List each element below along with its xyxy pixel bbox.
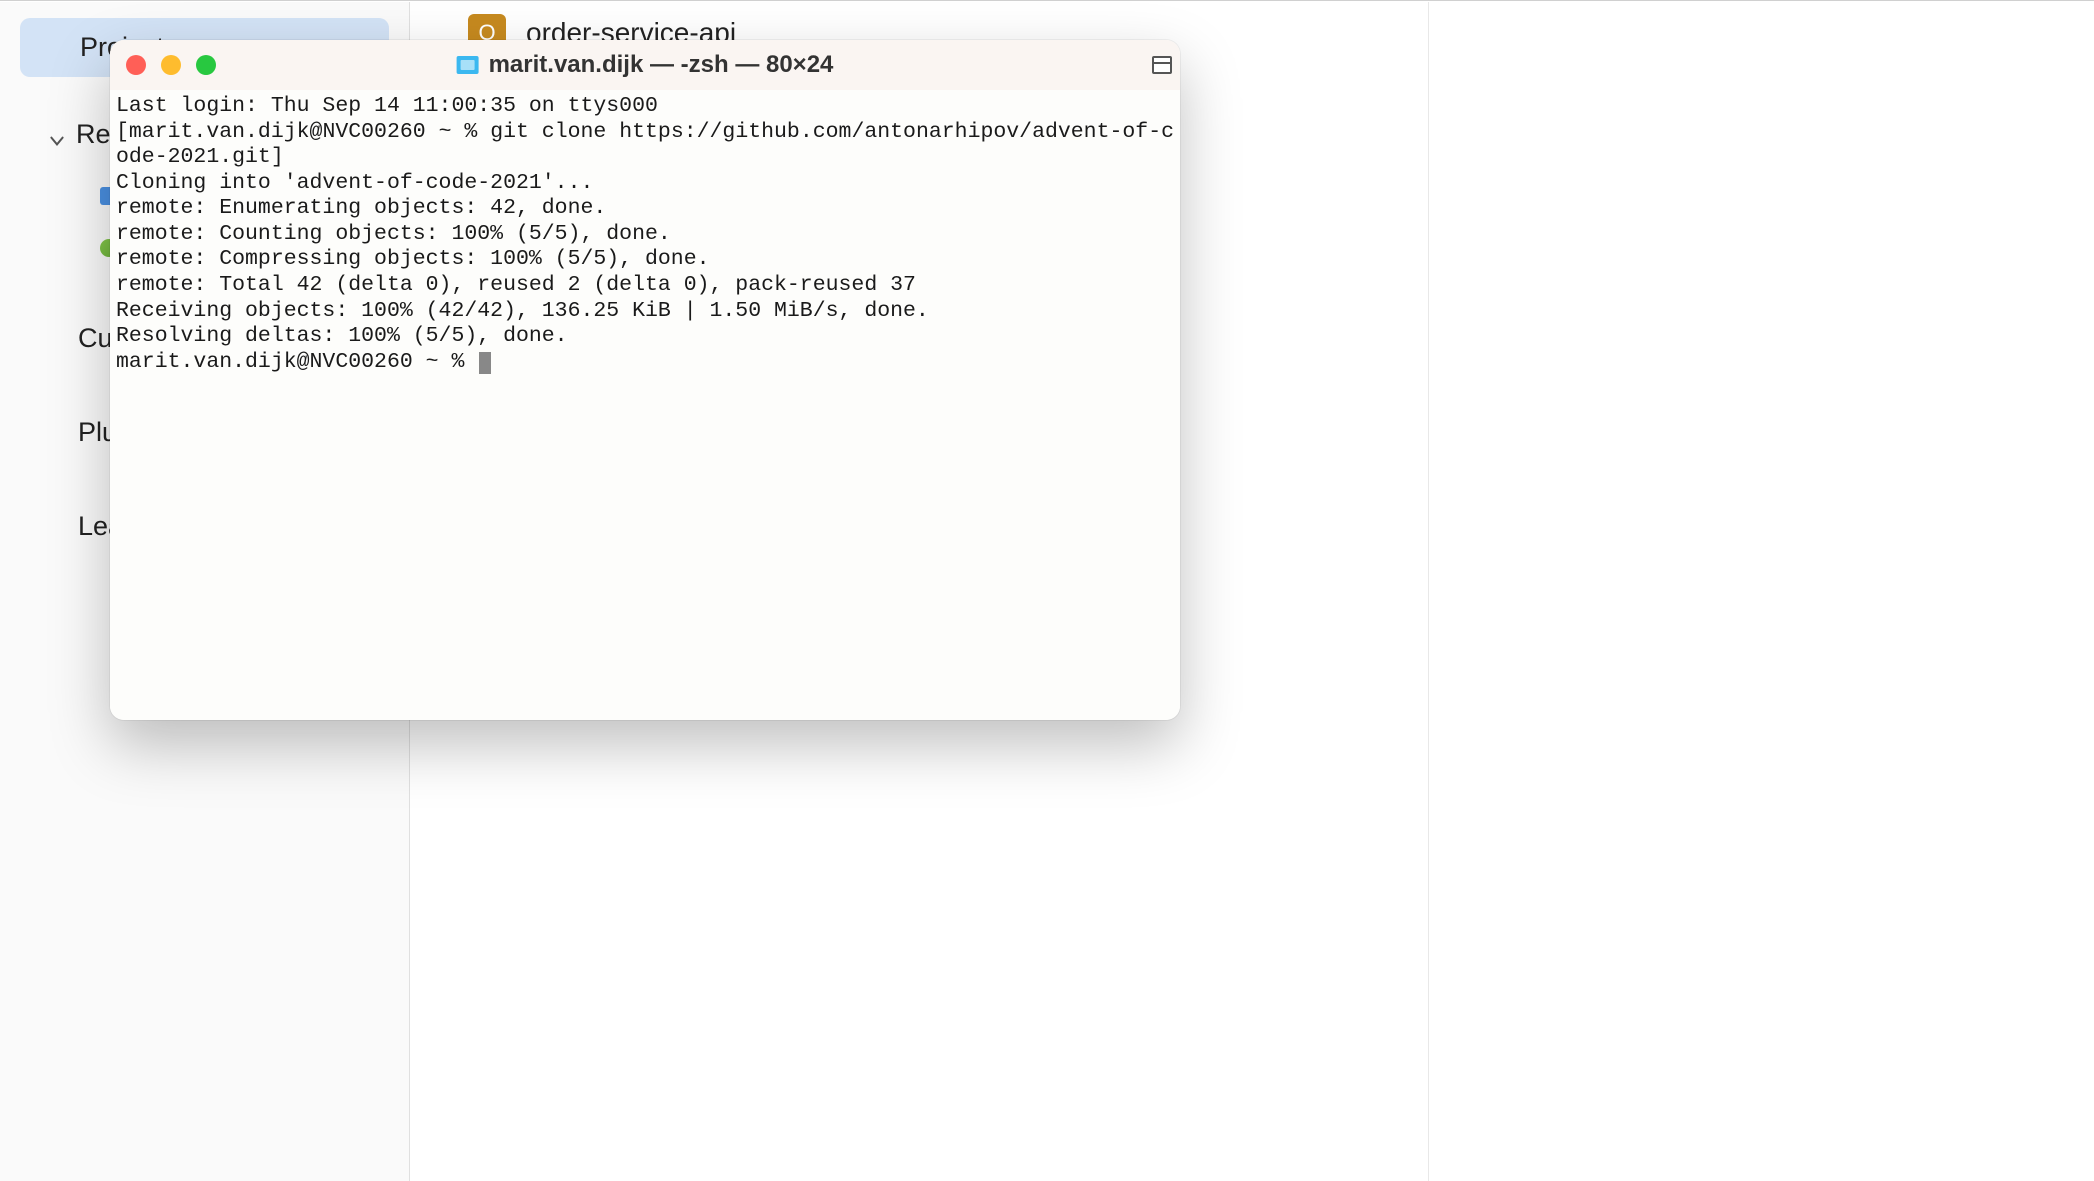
terminal-title-wrap: marit.van.dijk — -zsh — 80×24: [457, 51, 834, 79]
terminal-output-0: Cloning into 'advent-of-code-2021'...: [116, 171, 593, 195]
ide-right-divider: [1428, 2, 1429, 1181]
prompt-bracket: [: [116, 120, 129, 144]
prompt-symbol: %: [464, 120, 477, 144]
tab-view-icon[interactable]: [1152, 56, 1172, 74]
prompt-user-host: marit.van.dijk@NVC00260: [129, 120, 426, 144]
terminal-titlebar[interactable]: marit.van.dijk — -zsh — 80×24: [110, 40, 1180, 90]
window-minimize-button[interactable]: [161, 55, 181, 75]
terminal-output-2: remote: Counting objects: 100% (5/5), do…: [116, 222, 671, 246]
terminal-window: marit.van.dijk — -zsh — 80×24 Last login…: [110, 40, 1180, 720]
terminal-output-5: Receiving objects: 100% (42/42), 136.25 …: [116, 299, 929, 323]
chevron-down-icon: [48, 126, 66, 144]
window-fullscreen-button[interactable]: [196, 55, 216, 75]
terminal-title: marit.van.dijk — -zsh — 80×24: [489, 51, 834, 79]
terminal-last-login: Last login: Thu Sep 14 11:00:35 on ttys0…: [116, 94, 658, 118]
terminal-output-6: Resolving deltas: 100% (5/5), done.: [116, 324, 568, 348]
window-close-button[interactable]: [126, 55, 146, 75]
terminal-output-4: remote: Total 42 (delta 0), reused 2 (de…: [116, 273, 916, 297]
terminal-output-3: remote: Compressing objects: 100% (5/5),…: [116, 247, 710, 271]
prompt-path: ~: [439, 120, 452, 144]
terminal-output-1: remote: Enumerating objects: 42, done.: [116, 196, 606, 220]
terminal-cursor: [479, 352, 491, 374]
traffic-lights: [126, 55, 216, 75]
terminal-prompt-2: marit.van.dijk@NVC00260 ~ %: [116, 350, 477, 374]
folder-icon: [457, 56, 479, 74]
terminal-body[interactable]: Last login: Thu Sep 14 11:00:35 on ttys0…: [110, 90, 1180, 720]
